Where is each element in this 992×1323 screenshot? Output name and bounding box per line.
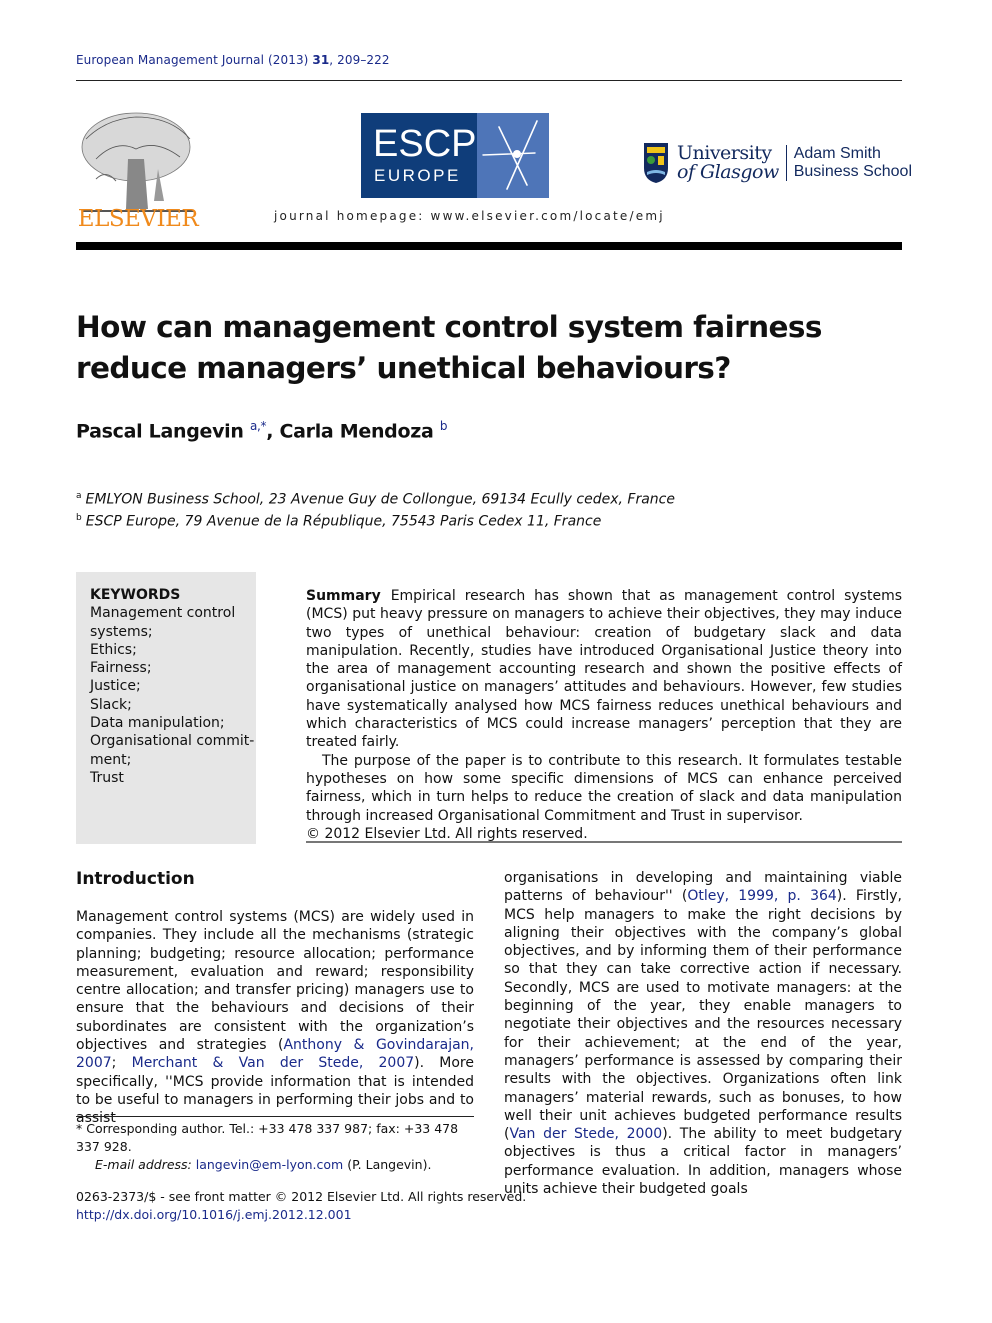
keyword-item: Trust bbox=[90, 769, 124, 786]
abstract-label: Summary bbox=[306, 588, 381, 604]
escp-logo-dark-panel: ESCP EUROPE bbox=[361, 113, 477, 198]
school-line1: Adam Smith bbox=[793, 145, 881, 162]
abstract-paragraph: Summary Empirical research has shown that… bbox=[306, 587, 902, 752]
keyword-item: Ethics; bbox=[90, 641, 137, 658]
escp-logo-line2: EUROPE bbox=[374, 166, 461, 185]
keyword-item: Management control systems; bbox=[90, 605, 236, 640]
body-column-left: Management control systems (MCS) are wid… bbox=[76, 908, 474, 1128]
citation-link[interactable]: Otley, 1999, p. 364 bbox=[687, 888, 836, 904]
author-name: Carla Mendoza bbox=[279, 420, 434, 443]
author-affiliation-mark[interactable]: a,* bbox=[250, 419, 267, 433]
star-burst-icon bbox=[482, 120, 538, 190]
journal-pages[interactable]: , 209–222 bbox=[329, 53, 389, 67]
escp-logo-light-panel bbox=[477, 113, 549, 198]
publication-info: 0263-2373/$ - see front matter © 2012 El… bbox=[76, 1188, 526, 1224]
abstract: Summary Empirical research has shown that… bbox=[306, 587, 902, 843]
keyword-item: Fairness; bbox=[90, 660, 152, 677]
doi-link[interactable]: http://dx.doi.org/10.1016/j.emj.2012.12.… bbox=[76, 1207, 352, 1222]
email-label: E-mail address: bbox=[95, 1157, 192, 1172]
article-title: How can management control system fairne… bbox=[76, 310, 822, 385]
university-of-glasgow-wordmark: University of Glasgow bbox=[677, 144, 779, 182]
keyword-item: Justice; bbox=[90, 678, 141, 695]
issn-line: 0263-2373/$ - see front matter © 2012 El… bbox=[76, 1189, 527, 1204]
keyword-item: Slack; bbox=[90, 696, 132, 713]
author-affiliation-mark[interactable]: b bbox=[440, 419, 448, 433]
escp-logo-line1: ESCP bbox=[373, 123, 477, 165]
keywords-list: KEYWORDS Management control systems; Ethi… bbox=[90, 586, 254, 787]
corresponding-author-note: * Corresponding author. Tel.: +33 478 33… bbox=[76, 1121, 459, 1154]
glasgow-line2: of Glasgow bbox=[677, 161, 779, 183]
keywords-box: KEYWORDS Management control systems; Ethi… bbox=[76, 572, 256, 844]
journal-homepage-link[interactable]: journal homepage: www.elsevier.com/locat… bbox=[274, 209, 665, 223]
affiliation-item: b ESCP Europe, 79 Avenue de la République… bbox=[76, 509, 675, 531]
body-text: ; bbox=[111, 1055, 132, 1072]
body-text: Management control systems (MCS) are wid… bbox=[76, 909, 474, 1054]
journal-volume[interactable]: 31 bbox=[312, 53, 329, 67]
keywords-title: KEYWORDS bbox=[90, 587, 181, 603]
footnotes: * Corresponding author. Tel.: +33 478 33… bbox=[76, 1120, 474, 1174]
header-thick-rule bbox=[76, 242, 902, 250]
abstract-rule bbox=[306, 841, 902, 843]
footnote-rule bbox=[76, 1116, 474, 1117]
elsevier-logo-text: ELSEVIER bbox=[77, 206, 199, 232]
email-link[interactable]: langevin@em-lyon.com bbox=[196, 1157, 343, 1172]
author-name: Pascal Langevin bbox=[76, 420, 244, 443]
journal-name[interactable]: European Management Journal (2013) bbox=[76, 53, 308, 67]
journal-reference[interactable]: European Management Journal (2013) 31, 2… bbox=[76, 53, 390, 67]
section-heading-introduction: Introduction bbox=[76, 869, 195, 889]
affiliation-text: EMLYON Business School, 23 Avenue Guy de… bbox=[85, 491, 675, 508]
body-text: ). Firstly, MCS help managers to make th… bbox=[504, 888, 902, 1143]
header-rule bbox=[76, 80, 902, 81]
body-column-right: organisations in developing and maintain… bbox=[504, 869, 902, 1198]
email-suffix: (P. Langevin). bbox=[343, 1157, 432, 1172]
affiliation-mark: a bbox=[76, 491, 82, 501]
keyword-item: Data manipulation; bbox=[90, 715, 225, 732]
abstract-paragraph: The purpose of the paper is to contribut… bbox=[306, 752, 902, 824]
abstract-text: Empirical research has shown that as man… bbox=[306, 588, 902, 751]
affiliation-mark: b bbox=[76, 513, 82, 524]
school-line2: Business School bbox=[793, 163, 913, 180]
email-note: E-mail address: langevin@em-lyon.com (P.… bbox=[76, 1156, 474, 1174]
glasgow-crest-icon bbox=[644, 143, 668, 183]
author-separator: , bbox=[266, 420, 280, 443]
adam-smith-school-wordmark: Adam Smith Business School bbox=[794, 145, 912, 181]
author-list: Pascal Langevin a,*, Carla Mendoza b bbox=[76, 419, 447, 442]
escp-europe-logo: ESCP EUROPE bbox=[361, 113, 549, 198]
glasgow-logo: University of Glasgow Adam Smith Busines… bbox=[643, 140, 912, 186]
citation-link[interactable]: Van der Stede, 2000 bbox=[509, 1126, 662, 1142]
citation-link[interactable]: Merchant & Van der Stede, 2007 bbox=[132, 1055, 415, 1071]
keyword-item: Organisational commit-ment; bbox=[90, 733, 255, 768]
affiliation-text: ESCP Europe, 79 Avenue de la République,… bbox=[85, 513, 602, 530]
affiliations: a EMLYON Business School, 23 Avenue Guy d… bbox=[76, 487, 675, 531]
affiliation-item: a EMLYON Business School, 23 Avenue Guy d… bbox=[76, 487, 675, 509]
glasgow-logo-divider bbox=[785, 145, 787, 181]
